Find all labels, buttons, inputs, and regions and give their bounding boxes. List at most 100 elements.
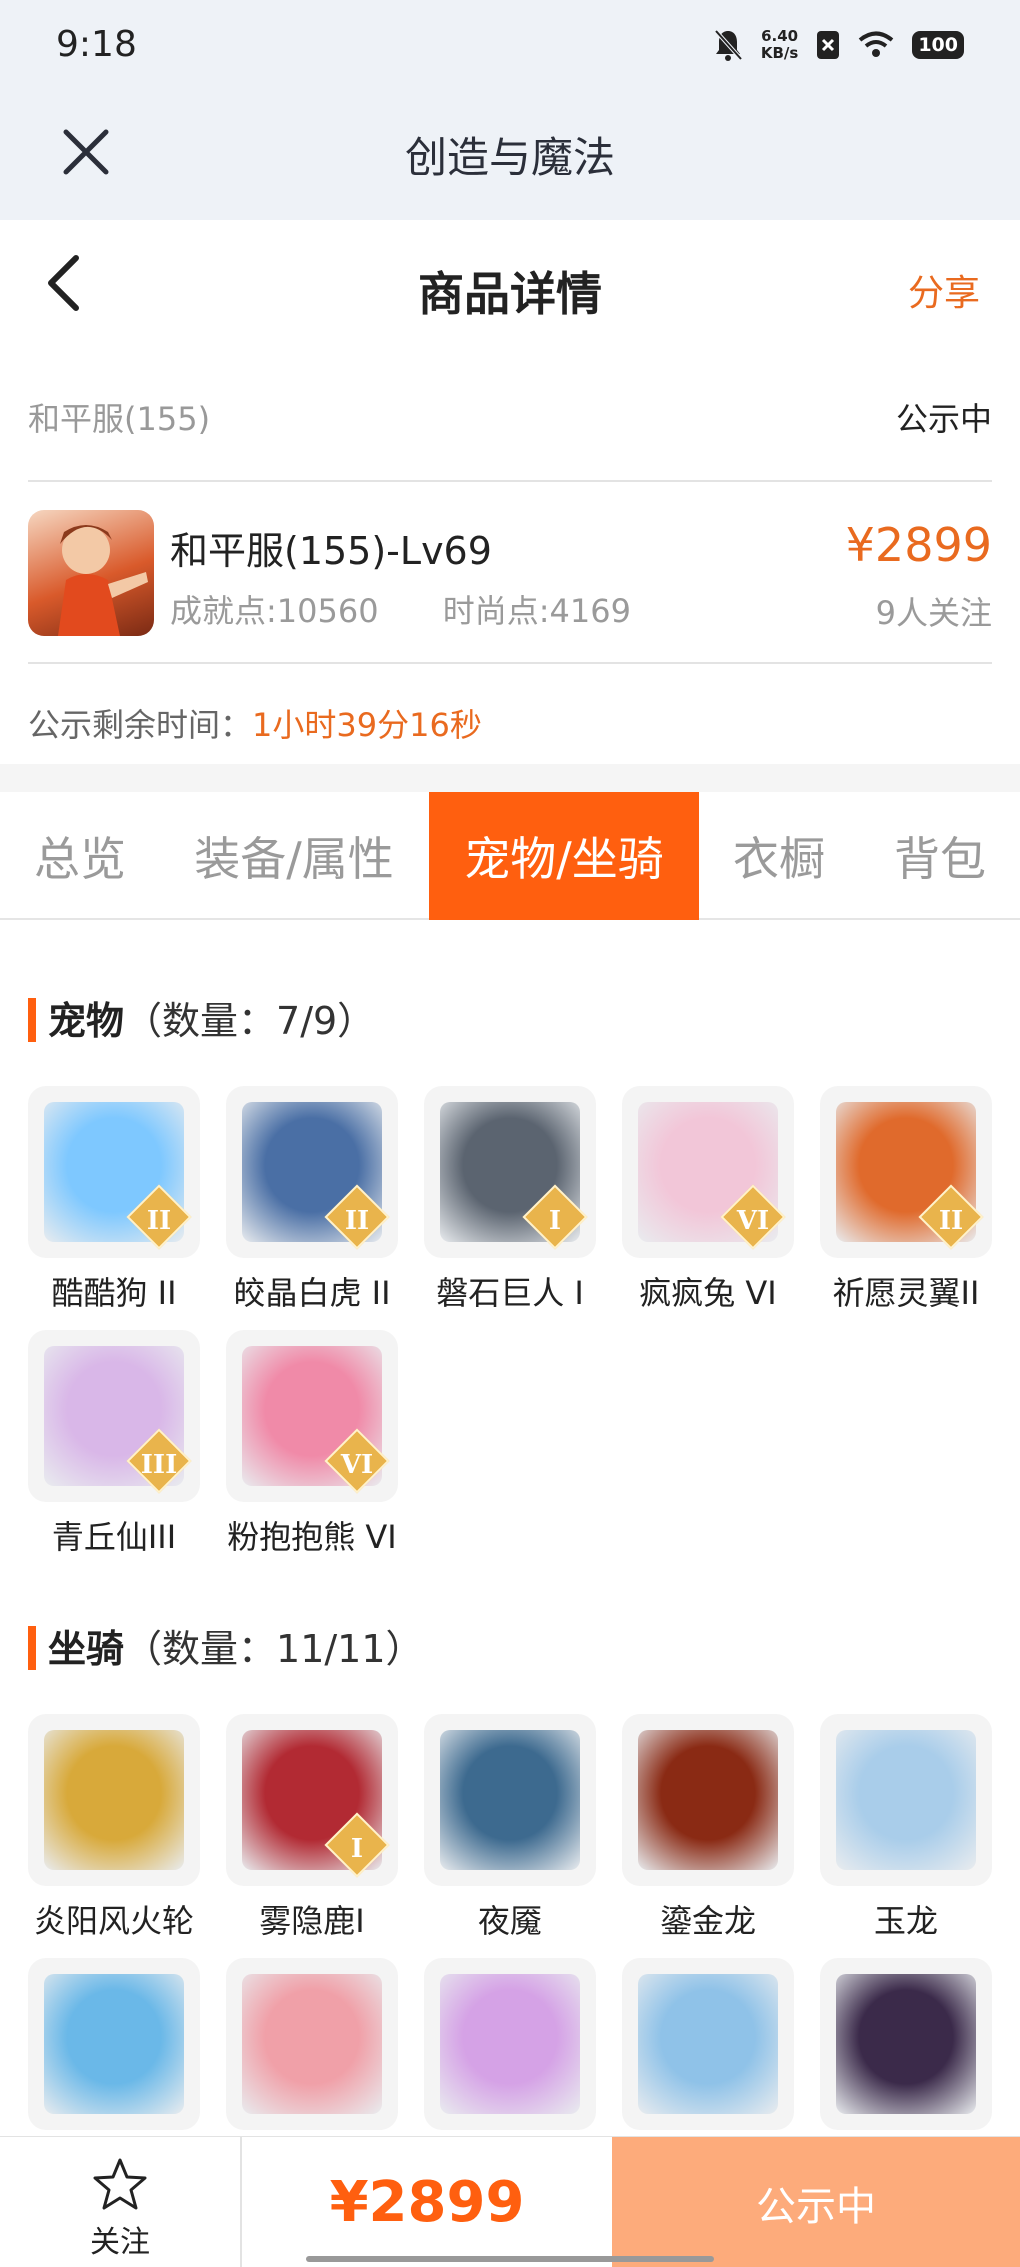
fashion-points: 时尚点:4169 [442,592,631,630]
share-button[interactable]: 分享 [908,264,980,316]
mount-name: 鎏金龙 [659,1902,756,1940]
mount-image [836,1730,976,1870]
rank-label: VI [340,1450,374,1480]
server-row: 和平服(155) 公示中 [28,382,992,482]
pet-name: 磐石巨人 I [436,1274,584,1312]
bell-muted-icon [714,29,743,61]
mount-image [836,1974,976,2114]
tab-equipment[interactable]: 装备/属性 [160,792,428,920]
pet-item[interactable]: VI 粉抱抱熊 VI [226,1330,398,1558]
pet-thumbnail: II [28,1086,200,1258]
app-header: 创造与魔法 [0,100,1020,220]
bottom-price: ¥2899 [329,2170,525,2235]
pet-thumbnail: II [226,1086,398,1258]
character-summary[interactable]: 和平服(155)-Lv69 成就点:10560 时尚点:4169 ¥2899 9… [28,482,992,664]
mount-item[interactable]: I 雾隐鹿I [226,1714,398,1942]
tab-pets-mounts[interactable]: 宠物/坐骑 [429,792,699,920]
rank-label: III [140,1450,178,1480]
mount-thumbnail [820,1714,992,1886]
mount-thumbnail [820,1958,992,2130]
pet-name: 粉抱抱熊 VI [227,1518,397,1556]
tab-overview[interactable]: 总览 [0,792,160,920]
mount-thumbnail [226,1958,398,2130]
section-marker [28,1626,36,1670]
pet-item[interactable]: I 磐石巨人 I [424,1086,596,1314]
mounts-section-header: 坐骑（数量：11/11） [28,1618,424,1673]
pet-thumbnail: I [424,1086,596,1258]
mounts-title: 坐骑 [48,1627,125,1671]
mount-name: 玉龙 [873,1902,938,1940]
mount-image [440,1730,580,1870]
server-name: 和平服(155) [28,400,211,438]
nav-bar: 商品详情 分享 [0,220,1020,350]
mount-item[interactable]: 炎阳风火轮 [28,1714,200,1942]
tab-backpack[interactable]: 背包 [860,792,1020,920]
follower-count: 9人关注 [875,594,992,632]
mount-image [44,1730,184,1870]
mount-image [638,1974,778,2114]
sim-off-icon [817,31,840,59]
status-icons: 6.40 KB/s 100 [713,28,964,62]
pets-count: （数量：7/9） [124,999,376,1043]
character-name: 和平服(155)-Lv69 [170,529,492,573]
achievement-points: 成就点:10560 [170,592,379,630]
pet-item[interactable]: II 皎晶白虎 II [226,1086,398,1314]
pet-name: 皎晶白虎 II [233,1274,391,1312]
mount-image [242,1974,382,2114]
rank-label: II [344,1206,370,1236]
mount-name: 炎阳风火轮 [33,1902,194,1940]
mount-thumbnail [28,1714,200,1886]
mount-item[interactable] [28,1958,200,2130]
status-button[interactable]: 公示中 [612,2137,1020,2267]
mount-thumbnail: I [226,1714,398,1886]
mount-image [638,1730,778,1870]
tab-bar: 总览 装备/属性 宠物/坐骑 衣橱 背包 [0,792,1020,920]
section-divider [0,764,1020,792]
battery-indicator: 100 [912,31,964,59]
rank-label: I [350,1834,364,1864]
pet-thumbnail: II [820,1086,992,1258]
mount-item[interactable] [622,1958,794,2130]
pet-thumbnail: III [28,1330,200,1502]
mount-item[interactable]: 夜魇 [424,1714,596,1942]
pet-name: 青丘仙III [51,1518,177,1556]
rank-label: II [938,1206,964,1236]
pet-name: 祈愿灵翼II [832,1274,980,1312]
pets-section-header: 宠物（数量：7/9） [28,990,375,1045]
mount-name: 夜魇 [477,1902,542,1940]
status-time: 9:18 [56,24,137,65]
price: ¥2899 [845,518,992,572]
pet-item[interactable]: II 酷酷狗 II [28,1086,200,1314]
pet-thumbnail: VI [226,1330,398,1502]
follow-button[interactable]: 关注 [0,2137,242,2267]
rank-label: VI [736,1206,770,1236]
rank-label: I [548,1206,562,1236]
status-badge: 公示中 [895,400,992,438]
countdown: 公示剩余时间：1小时39分16秒 [28,700,482,746]
mount-image [44,1974,184,2114]
character-figure-icon [58,525,148,636]
mount-thumbnail [424,1714,596,1886]
home-indicator [306,2256,714,2262]
follow-label: 关注 [90,2225,150,2260]
net-speed: 6.40 KB/s [760,27,799,62]
mount-item[interactable]: 玉龙 [820,1714,992,1942]
mount-item[interactable] [820,1958,992,2130]
tab-wardrobe[interactable]: 衣橱 [699,792,859,920]
pet-item[interactable]: III 青丘仙III [28,1330,200,1558]
pet-name: 疯疯兔 VI [639,1274,777,1312]
mount-item[interactable] [226,1958,398,2130]
mount-thumbnail [424,1958,596,2130]
mount-item[interactable]: 鎏金龙 [622,1714,794,1942]
character-avatar [28,510,154,636]
mount-name: 雾隐鹿I [259,1902,365,1940]
countdown-label: 公示剩余时间： [28,706,253,744]
pets-title: 宠物 [48,999,125,1043]
countdown-value: 1小时39分16秒 [252,706,482,744]
bottom-bar: 关注 ¥2899 公示中 [0,2136,1020,2267]
pet-item[interactable]: II 祈愿灵翼II [820,1086,992,1314]
pet-item[interactable]: VI 疯疯兔 VI [622,1086,794,1314]
pet-name: 酷酷狗 II [51,1274,177,1312]
mount-item[interactable] [424,1958,596,2130]
wifi-icon [859,31,894,57]
